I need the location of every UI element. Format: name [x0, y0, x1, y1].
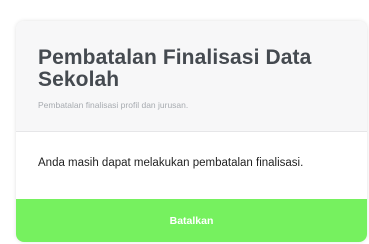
cancel-finalization-card: Pembatalan Finalisasi Data Sekolah Pemba… [16, 21, 367, 242]
card-header: Pembatalan Finalisasi Data Sekolah Pemba… [16, 21, 367, 132]
cancel-finalization-button[interactable]: Batalkan [16, 199, 367, 242]
card-message: Anda masih dapat melakukan pembatalan fi… [38, 157, 304, 169]
card-body: Anda masih dapat melakukan pembatalan fi… [16, 132, 367, 196]
card-title: Pembatalan Finalisasi Data Sekolah [38, 46, 312, 91]
card-subtitle: Pembatalan finalisasi profil dan jurusan… [38, 100, 189, 110]
